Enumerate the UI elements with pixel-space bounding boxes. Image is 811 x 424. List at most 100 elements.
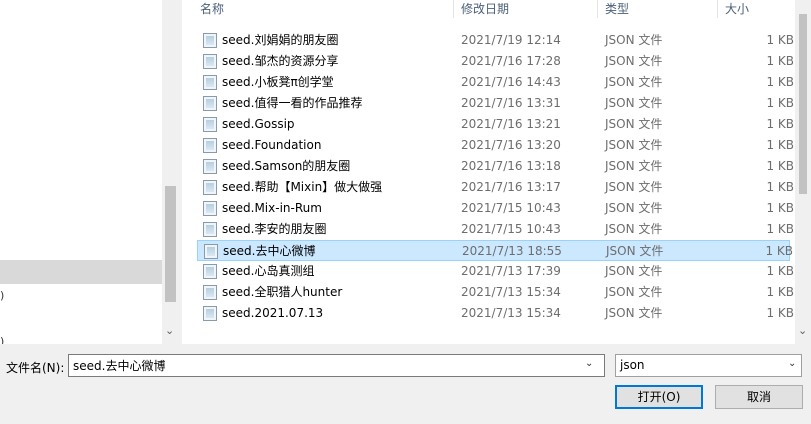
json-file-icon bbox=[203, 264, 217, 279]
chevron-down-icon[interactable]: ⌄ bbox=[788, 358, 796, 369]
column-separator[interactable] bbox=[597, 0, 598, 18]
filename-input[interactable] bbox=[68, 354, 605, 377]
dialog-footer: 文件名(N): ⌄ json ⌄ 打开(O) 取消 bbox=[0, 344, 811, 424]
file-row[interactable]: seed.Foundation 2021/7/16 13:20 JSON 文件 1 K… bbox=[197, 135, 794, 156]
file-row[interactable]: seed.小板凳π创学堂 2021/7/16 14:43 JSON 文件 1 KB bbox=[197, 72, 794, 93]
file-name: seed.刘娟娟的朋友圈 bbox=[222, 33, 339, 47]
file-type: JSON 文件 bbox=[605, 138, 663, 152]
file-list-scrollbar[interactable]: ⌄ bbox=[795, 0, 811, 344]
json-file-icon bbox=[203, 285, 217, 300]
file-row[interactable]: seed.心岛真测组 2021/7/13 17:39 JSON 文件 1 KB bbox=[197, 261, 794, 282]
chevron-down-icon[interactable]: ⌄ bbox=[585, 358, 593, 369]
file-date: 2021/7/16 13:18 bbox=[461, 159, 561, 173]
file-type: JSON 文件 bbox=[605, 264, 663, 278]
file-row[interactable]: seed.值得一看的作品推荐 2021/7/16 13:31 JSON 文件 1 KB bbox=[197, 93, 794, 114]
file-row[interactable]: seed.刘娟娟的朋友圈 2021/7/19 12:14 JSON 文件 1 KB bbox=[197, 30, 794, 51]
file-list-scrollbar-thumb[interactable] bbox=[799, 14, 807, 194]
scroll-down-arrow-icon[interactable]: ⌄ bbox=[165, 324, 174, 337]
json-file-icon bbox=[203, 201, 217, 216]
file-date: 2021/7/16 14:43 bbox=[461, 75, 561, 89]
file-name: seed.2021.07.13 bbox=[222, 306, 324, 320]
file-size: 1 KB bbox=[766, 96, 794, 110]
file-name: seed.Mix-in-Rum bbox=[222, 201, 322, 215]
file-type: JSON 文件 bbox=[605, 54, 663, 68]
file-date: 2021/7/13 17:39 bbox=[461, 264, 561, 278]
column-type[interactable]: 类型 bbox=[605, 0, 629, 18]
file-size: 1 KB bbox=[766, 138, 794, 152]
file-size: 1 KB bbox=[766, 33, 794, 47]
json-file-icon bbox=[204, 244, 218, 259]
column-header: 名称 修改日期 类型 大小 bbox=[182, 0, 811, 18]
file-type: JSON 文件 bbox=[605, 222, 663, 236]
file-name: seed.心岛真测组 bbox=[222, 264, 315, 278]
cancel-button[interactable]: 取消 bbox=[715, 385, 803, 409]
file-size: 1 KB bbox=[766, 54, 794, 68]
file-date: 2021/7/13 15:34 bbox=[461, 306, 561, 320]
file-date: 2021/7/16 13:31 bbox=[461, 96, 561, 110]
filename-label: 文件名(N): bbox=[6, 361, 65, 375]
file-size: 1 KB bbox=[766, 201, 794, 215]
file-date: 2021/7/19 12:14 bbox=[461, 33, 561, 47]
open-button[interactable]: 打开(O) bbox=[615, 385, 703, 409]
column-size[interactable]: 大小 bbox=[725, 0, 749, 18]
file-name: seed.值得一看的作品推荐 bbox=[222, 96, 363, 110]
column-name[interactable]: 名称 bbox=[200, 0, 224, 18]
json-file-icon bbox=[203, 75, 217, 90]
file-date: 2021/7/16 13:21 bbox=[461, 117, 561, 131]
file-row[interactable]: seed.2021.07.13 2021/7/13 15:34 JSON 文件 1 K… bbox=[197, 303, 794, 324]
file-name: seed.Gossip bbox=[222, 117, 295, 131]
json-file-icon bbox=[203, 138, 217, 153]
file-name: seed.李安的朋友圈 bbox=[222, 222, 327, 236]
file-size: 1 KB bbox=[765, 244, 793, 258]
file-date: 2021/7/16 13:20 bbox=[461, 138, 561, 152]
column-separator[interactable] bbox=[453, 0, 454, 18]
file-size: 1 KB bbox=[766, 159, 794, 173]
file-name: seed.全职猎人hunter bbox=[222, 285, 343, 299]
file-row[interactable]: seed.Samson的朋友圈 2021/7/16 13:18 JSON 文件 1 K… bbox=[197, 156, 794, 177]
file-list[interactable]: 名称 修改日期 类型 大小 seed.刘娟娟的朋友圈 2021/7/19 12:1… bbox=[182, 0, 811, 344]
nav-item-fragment[interactable]: ) bbox=[0, 289, 4, 302]
json-file-icon bbox=[203, 222, 217, 237]
file-type: JSON 文件 bbox=[605, 117, 663, 131]
file-row[interactable]: seed.帮助【Mixin】做大做强 2021/7/16 13:17 JSON 文件… bbox=[197, 177, 794, 198]
column-separator[interactable] bbox=[717, 0, 718, 18]
file-row[interactable]: seed.去中心微博 2021/7/13 18:55 JSON 文件 1 KB bbox=[197, 240, 793, 261]
file-size: 1 KB bbox=[766, 285, 794, 299]
navigation-pane[interactable]: ) ) bbox=[0, 0, 179, 348]
json-file-icon bbox=[203, 117, 217, 132]
nav-scrollbar[interactable]: ⌄ bbox=[162, 0, 179, 344]
file-size: 1 KB bbox=[766, 306, 794, 320]
scroll-down-arrow-icon[interactable]: ⌄ bbox=[798, 324, 807, 337]
file-name: seed.Samson的朋友圈 bbox=[222, 159, 351, 173]
file-row[interactable]: seed.李安的朋友圈 2021/7/15 10:43 JSON 文件 1 KB bbox=[197, 219, 794, 240]
filetype-select[interactable]: json bbox=[615, 354, 802, 377]
file-size: 1 KB bbox=[766, 222, 794, 236]
file-name: seed.邹杰的资源分享 bbox=[222, 54, 339, 68]
file-row[interactable]: seed.Mix-in-Rum 2021/7/15 10:43 JSON 文件 1 K… bbox=[197, 198, 794, 219]
file-type: JSON 文件 bbox=[605, 180, 663, 194]
file-size: 1 KB bbox=[766, 180, 794, 194]
file-name: seed.帮助【Mixin】做大做强 bbox=[222, 180, 383, 194]
file-type: JSON 文件 bbox=[605, 201, 663, 215]
json-file-icon bbox=[203, 33, 217, 48]
file-type: JSON 文件 bbox=[605, 159, 663, 173]
file-name: seed.Foundation bbox=[222, 138, 322, 152]
json-file-icon bbox=[203, 96, 217, 111]
file-size: 1 KB bbox=[766, 264, 794, 278]
nav-scrollbar-thumb[interactable] bbox=[165, 186, 176, 302]
file-type: JSON 文件 bbox=[605, 33, 663, 47]
file-row[interactable]: seed.邹杰的资源分享 2021/7/16 17:28 JSON 文件 1 KB bbox=[197, 51, 794, 72]
nav-selected-item[interactable] bbox=[0, 260, 162, 284]
file-size: 1 KB bbox=[766, 75, 794, 89]
json-file-icon bbox=[203, 306, 217, 321]
file-date: 2021/7/16 13:17 bbox=[461, 180, 561, 194]
file-row[interactable]: seed.Gossip 2021/7/16 13:21 JSON 文件 1 KB bbox=[197, 114, 794, 135]
json-file-icon bbox=[203, 54, 217, 69]
filetype-value: json bbox=[620, 358, 645, 372]
file-row[interactable]: seed.全职猎人hunter 2021/7/13 15:34 JSON 文件 1 K… bbox=[197, 282, 794, 303]
file-date: 2021/7/15 10:43 bbox=[461, 201, 561, 215]
file-type: JSON 文件 bbox=[605, 306, 663, 320]
column-date[interactable]: 修改日期 bbox=[461, 0, 509, 18]
file-type: JSON 文件 bbox=[605, 75, 663, 89]
file-type: JSON 文件 bbox=[605, 285, 663, 299]
